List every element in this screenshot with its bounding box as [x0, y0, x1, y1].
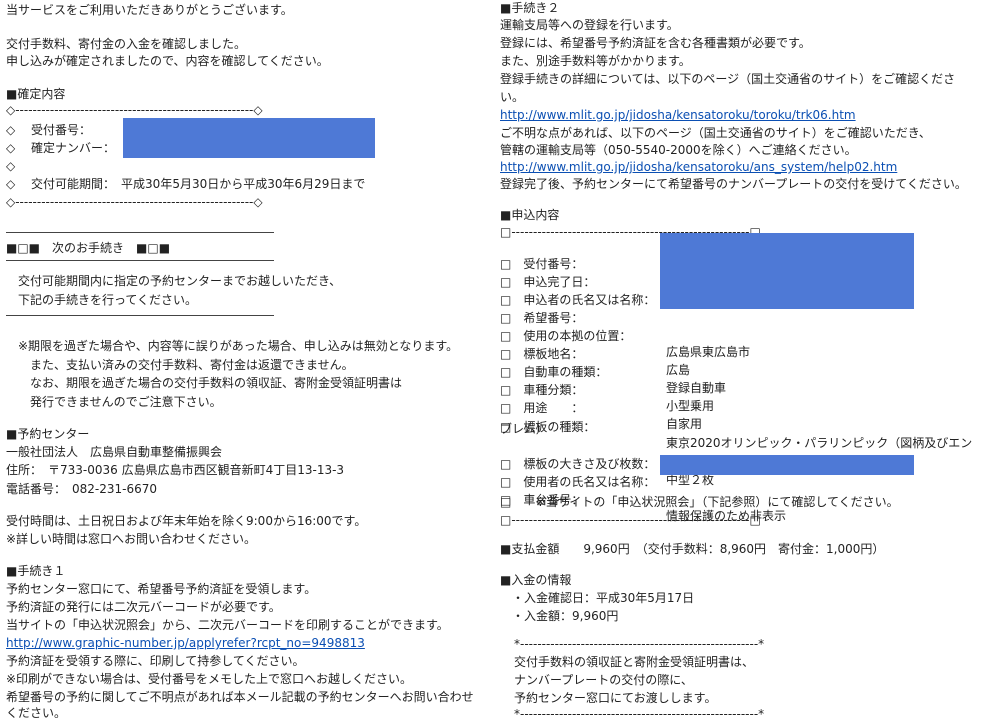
step1-line-4: 予約済証を受領する際に、印刷して持参してください。	[6, 654, 305, 668]
confirm-text-1: 交付手数料、寄付金の入金を確認しました。	[6, 37, 247, 51]
center-heading: ■予約センター	[6, 427, 90, 441]
step2-line-3: また、別途手数料等がかかります。	[500, 54, 691, 68]
step1-line-3: 当サイトの「申込状況照会」から、二次元バーコードを印刷することができます。	[6, 618, 449, 632]
receipt-line-1: 交付手数料の領収証と寄附金受領証明書は、	[514, 655, 755, 669]
divider	[6, 232, 274, 233]
payment-line: ■支払金額 9,960円 （交付手数料：8,960円 寄付金：1,000円）	[500, 542, 885, 556]
receipt-number-label: ◇ 受付番号：	[6, 123, 92, 137]
kakutei-border-top: ◇---------------------------------------…	[6, 103, 263, 117]
kakutei-heading: ■確定内容	[6, 87, 66, 101]
step2-line-5: い。	[500, 90, 525, 104]
step2-line-8: 登録完了後、予約センターにて希望番号のナンバープレートの交付を受けてください。	[500, 177, 967, 191]
next-steps-heading: ■□■ 次のお手続き ■□■	[6, 241, 171, 255]
detail-value: 東京2020オリンピック・パラリンピック（図柄及びエン	[666, 436, 973, 450]
detail-label: □ 使用の本拠の位置：	[500, 329, 632, 343]
detail-value: 広島	[666, 363, 691, 377]
next-steps-line-1: 交付可能期間内に指定の予約センターまでお越しいただき、	[6, 274, 342, 288]
detail-row: □ 受付番号：	[500, 240, 583, 271]
detail-row: □ 申込完了日：	[500, 258, 595, 289]
check-note: □ ※当サイトの「申込状況照会」（下記参照）にて確認してください。	[500, 495, 899, 509]
detail-label: □ 自動車の種類：	[500, 365, 608, 379]
next-steps-line-2: 下記の手続きを行ってください。	[6, 293, 198, 307]
emblem-continuation: ブレム）	[500, 422, 548, 436]
mlit-toroku-link[interactable]: http://www.mlit.go.jp/jidosha/kensatorok…	[500, 107, 856, 123]
detail-label: □ 使用者の氏名又は名称：	[500, 475, 656, 489]
redaction-block	[123, 118, 375, 158]
detail-row: □ 申込者の氏名又は名称：	[500, 276, 655, 307]
moushikomi-heading: ■申込内容	[500, 208, 560, 222]
detail-row: □ 車種分類： 小型乗用	[500, 366, 714, 413]
note-line-2: また、支払い済みの交付手数料、寄付金は返還できません。	[6, 358, 354, 372]
moushikomi-border-bottom: □---------------------------------------…	[500, 513, 761, 527]
detail-label: □ 標板の大きさ及び枚数：	[500, 457, 656, 471]
detail-row: □ 使用者の氏名又は名称：	[500, 458, 655, 489]
detail-row: □ 標板地名： 広島	[500, 330, 690, 377]
receipt-border-top: *---------------------------------------…	[514, 637, 765, 651]
step2-line-7: 管轄の運輸支局等（050-5540-2000を除く）へご連絡ください。	[500, 143, 857, 157]
step2-line-6: ご不明な点があれば、以下のページ（国土交通省のサイト）をご確認いただき、	[500, 126, 931, 140]
step2-line-1: 運輸支局等への登録を行います。	[500, 18, 679, 32]
step1-line-1: 予約センター窓口にて、希望番号予約済証を受領します。	[6, 582, 317, 596]
receipt-line-2: ナンバープレートの交付の際に、	[514, 673, 693, 687]
diamond-empty-row: ◇	[6, 159, 16, 173]
mlit-help-link[interactable]: http://www.mlit.go.jp/jidosha/kensatorok…	[500, 159, 897, 175]
step1-heading: ■手続き１	[6, 564, 66, 578]
applyrefer-link[interactable]: http://www.graphic-number.jp/applyrefer?…	[6, 635, 365, 651]
detail-value: 自家用	[666, 417, 703, 431]
detail-row: □ 用途 ： 自家用	[500, 384, 702, 431]
hours-line-2: ※詳しい時間は窓口へお問い合わせください。	[6, 532, 257, 546]
detail-row: □ 車台番号： 情報保護のため非表示	[500, 476, 786, 523]
note-line-4: 発行できませんのでご注意下さい。	[6, 395, 222, 409]
detail-value: 登録自動車	[666, 381, 727, 395]
detail-row: □ 自動車の種類： 登録自動車	[500, 348, 726, 395]
nyukin-date: ・入金確認日：平成30年5月17日	[500, 591, 695, 605]
divider	[6, 315, 274, 316]
detail-value: 小型乗用	[666, 399, 715, 413]
nyukin-amount: ・入金額：9,960円	[500, 609, 619, 623]
detail-row: □ 標板の大きさ及び枚数： 中型２枚	[500, 440, 714, 487]
divider	[6, 260, 274, 261]
step2-line-2: 登録には、希望番号予約済証を含む各種書類が必要です。	[500, 36, 811, 50]
note-line-3: なお、期限を過ぎた場合の交付手数料の領収証、寄附金受領証明書は	[6, 376, 403, 390]
detail-row: □ 希望番号：	[500, 294, 583, 325]
period-row: ◇ 交付可能期間： 平成30年5月30日から平成30年6月29日まで	[6, 177, 366, 191]
detail-row: □ 標板の種類： 東京2020オリンピック・パラリンピック（図柄及びエン	[500, 403, 972, 450]
note-line-1: ※期限を過ぎた場合や、内容等に誤りがあった場合、申し込みは無効となります。	[6, 339, 459, 353]
kakutei-border-bottom: ◇---------------------------------------…	[6, 195, 263, 209]
step1-line-2: 予約済証の発行には二次元バーコードが必要です。	[6, 600, 281, 614]
step2-heading: ■手続き２	[500, 1, 560, 15]
redaction-block	[660, 455, 914, 475]
hours-line-1: 受付時間は、土日祝日および年末年始を除く9:00から16:00です。	[6, 514, 367, 528]
nyukin-heading: ■入金の情報	[500, 573, 572, 587]
detail-value: 広島県東広島市	[666, 345, 751, 359]
plate-number-label: ◇ 確定ナンバー：	[6, 141, 116, 155]
step2-line-4: 登録手続きの詳細については、以下のページ（国土交通省のサイト）をご確認くださ	[500, 72, 956, 86]
step1-line-5: ※印刷ができない場合は、受付番号をメモした上で窓口へお越しください。	[6, 672, 413, 686]
confirm-text-2: 申し込みが確定されましたので、内容を確認してください。	[6, 54, 329, 68]
greeting-text: 当サービスをご利用いただきありがとうございます。	[6, 3, 293, 17]
redaction-block	[660, 233, 914, 309]
center-address: 住所： 〒733-0036 広島県広島市西区観音新町4丁目13-13-3	[6, 463, 345, 477]
step1-line-7: ください。	[6, 706, 67, 720]
step1-line-6: 希望番号の予約に関してご不明点があれば本メール記載の予約センターへお問い合わせ	[6, 690, 474, 704]
detail-label: □ 申込者の氏名又は名称：	[500, 293, 656, 307]
detail-row: □ 使用の本拠の位置： 広島県東広島市	[500, 312, 750, 359]
center-name: 一般社団法人 広島県自動車整備振興会	[6, 445, 223, 459]
center-phone: 電話番号： 082-231-6670	[6, 482, 158, 496]
receipt-line-3: 予約センター窓口にてお渡しします。	[514, 691, 717, 705]
